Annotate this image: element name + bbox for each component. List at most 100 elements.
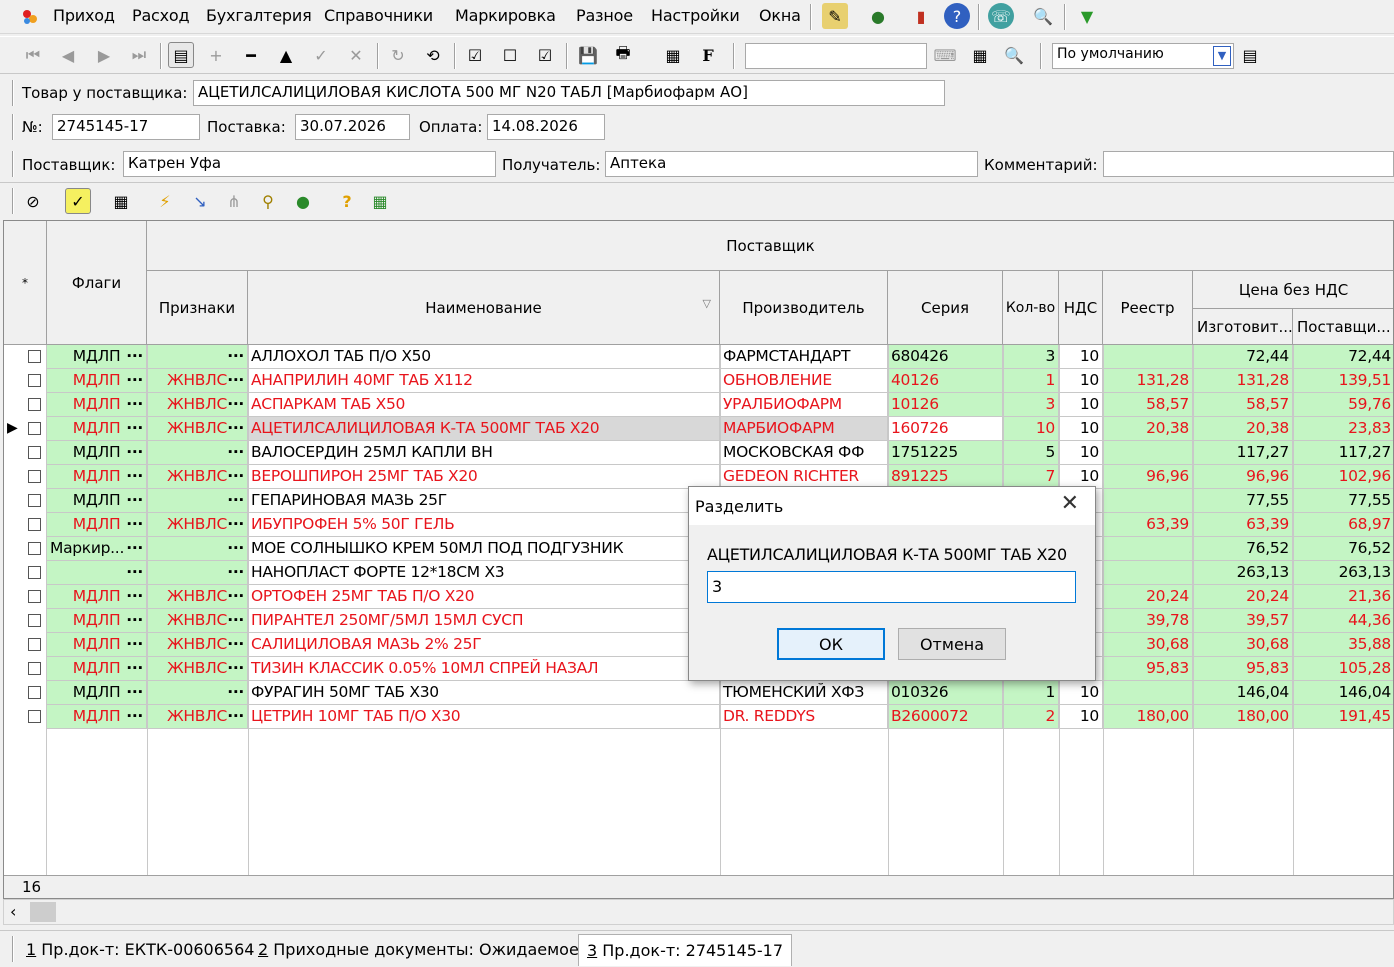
row-checkbox[interactable] — [28, 566, 41, 579]
cell-ps[interactable]: 76,52 — [1293, 537, 1393, 561]
cell-name[interactable]: МОЕ СОЛНЫШКО КРЕМ 50МЛ ПОД ПОДГУЗНИК — [248, 537, 720, 561]
cell-ellipsis-button[interactable]: ··· — [227, 345, 244, 368]
help-icon[interactable]: ? — [944, 3, 970, 29]
eraser-icon[interactable]: ⊘ — [20, 188, 46, 214]
cell-sign[interactable]: ··· — [147, 345, 248, 369]
tab-incoming-docs[interactable]: 2 Приходные документы: Ожидаемое — [250, 934, 587, 966]
cell-ps[interactable]: 146,04 — [1293, 681, 1393, 705]
table-row[interactable]: ▶ МДЛП ··· ЖНВЛС ··· АЦЕТИЛСАЛИЦИЛОВАЯ К-ТА 5… — [4, 417, 1393, 441]
cell-ellipsis-button[interactable]: ··· — [227, 681, 244, 704]
cell-pm[interactable]: 76,52 — [1193, 537, 1293, 561]
cell-ellipsis-button[interactable]: ··· — [126, 537, 143, 560]
lightning-icon[interactable]: ⚡ — [152, 188, 178, 214]
cell-ps[interactable]: 44,36 — [1293, 609, 1393, 633]
cell-vat[interactable]: 10 — [1059, 369, 1103, 393]
cell-name[interactable]: АЦЕТИЛСАЛИЦИЛОВАЯ К-ТА 500МГ ТАБ Х20 — [248, 417, 720, 441]
cell-ps[interactable]: 102,96 — [1293, 465, 1393, 489]
cell-name[interactable]: ВАЛОСЕРДИН 25МЛ КАПЛИ ВН — [248, 441, 720, 465]
cell-sign[interactable]: ··· — [147, 489, 248, 513]
cell-ellipsis-button[interactable]: ··· — [126, 345, 143, 368]
question-icon[interactable]: ? — [334, 188, 360, 214]
cell-ellipsis-button[interactable]: ··· — [227, 585, 244, 608]
cell-pm[interactable]: 95,83 — [1193, 657, 1293, 681]
row-checkbox[interactable] — [28, 446, 41, 459]
qty-header[interactable]: Кол-во — [1003, 271, 1059, 345]
uncheck-all-icon[interactable]: ☐ — [497, 42, 523, 68]
cell-flag[interactable]: МДЛП ··· — [47, 465, 147, 489]
cell-pm[interactable]: 146,04 — [1193, 681, 1293, 705]
menu-prihod[interactable]: Приход — [53, 6, 115, 25]
cell-mfr[interactable]: УРАЛБИОФАРМ — [720, 393, 888, 417]
search-input[interactable] — [745, 43, 927, 69]
cell-reg[interactable]: 180,00 — [1103, 705, 1193, 729]
cell-flag[interactable]: МДЛП ··· — [47, 513, 147, 537]
cell-mfr[interactable]: МАРБИОФАРМ — [720, 417, 888, 441]
menu-spravochniki[interactable]: Справочники — [324, 6, 433, 25]
tree-icon[interactable]: ⋔ — [221, 188, 247, 214]
cell-ps[interactable]: 263,13 — [1293, 561, 1393, 585]
cell-flag[interactable]: МДЛП ··· — [47, 681, 147, 705]
cell-series[interactable]: 160726 — [888, 417, 1003, 441]
row-checkbox[interactable] — [28, 470, 41, 483]
row-checkbox[interactable] — [28, 542, 41, 555]
chevron-down-icon[interactable]: ▼ — [1213, 46, 1231, 66]
cell-flag[interactable]: МДЛП ··· — [47, 489, 147, 513]
price-sup-header[interactable]: Поставщи... — [1293, 309, 1393, 345]
cell-flag[interactable]: МДЛП ··· — [47, 609, 147, 633]
cell-flag[interactable]: МДЛП ··· — [47, 417, 147, 441]
cell-series[interactable]: 10126 — [888, 393, 1003, 417]
registry-header[interactable]: Реестр — [1103, 271, 1193, 345]
cell-ellipsis-button[interactable]: ··· — [227, 705, 244, 728]
cell-series[interactable]: B2600072 — [888, 705, 1003, 729]
cell-reg[interactable] — [1103, 681, 1193, 705]
cell-pm[interactable]: 30,68 — [1193, 633, 1293, 657]
ok-button[interactable]: ОК — [777, 628, 885, 660]
cell-sign[interactable]: ЖНВЛС ··· — [147, 657, 248, 681]
cell-ps[interactable]: 59,76 — [1293, 393, 1393, 417]
cell-ps[interactable]: 139,51 — [1293, 369, 1393, 393]
sync-icon[interactable]: ⟲ — [420, 42, 446, 68]
cell-name[interactable]: ИБУПРОФЕН 5% 50Г ГЕЛЬ — [248, 513, 720, 537]
cell-sign[interactable]: ЖНВЛС ··· — [147, 465, 248, 489]
check-all-icon[interactable]: ☑ — [462, 42, 488, 68]
row-checkbox[interactable] — [28, 374, 41, 387]
cell-ellipsis-button[interactable]: ··· — [227, 657, 244, 680]
cell-ellipsis-button[interactable]: ··· — [227, 489, 244, 512]
cell-ellipsis-button[interactable]: ··· — [227, 561, 244, 584]
cell-vat[interactable]: 10 — [1059, 417, 1103, 441]
horizontal-scrollbar[interactable]: ‹ — [3, 899, 1394, 925]
cell-pm[interactable]: 58,57 — [1193, 393, 1293, 417]
cancel-button[interactable]: Отмена — [898, 628, 1006, 660]
cell-name[interactable]: АНАПРИЛИН 40МГ ТАБ Х112 — [248, 369, 720, 393]
split-quantity-input[interactable]: 3 — [707, 571, 1076, 603]
cell-vat[interactable]: 10 — [1059, 393, 1103, 417]
cell-ellipsis-button[interactable]: ··· — [126, 417, 143, 440]
cell-ps[interactable]: 191,45 — [1293, 705, 1393, 729]
series-header[interactable]: Серия — [888, 271, 1003, 345]
cell-sign[interactable]: ··· — [147, 681, 248, 705]
notebook-icon[interactable]: ✎ — [822, 3, 848, 29]
delivery-date-field[interactable]: 30.07.2026 — [295, 114, 410, 140]
excel-icon[interactable]: ▦ — [367, 188, 393, 214]
row-checkbox[interactable] — [28, 662, 41, 675]
cell-ellipsis-button[interactable]: ··· — [126, 585, 143, 608]
app-icon[interactable] — [20, 7, 40, 27]
manufacturer-header[interactable]: Производитель — [720, 271, 888, 345]
cell-name[interactable]: ГЕПАРИНОВАЯ МАЗЬ 25Г — [248, 489, 720, 513]
last-record-icon[interactable]: ⏭ — [126, 42, 152, 68]
vat-header[interactable]: НДС — [1059, 271, 1103, 345]
tab-doc-ektk[interactable]: 1 Пр.док-т: ЕКТК-00606564 — [18, 934, 262, 966]
row-checkbox[interactable] — [28, 350, 41, 363]
cell-reg[interactable]: 95,83 — [1103, 657, 1193, 681]
cell-pm[interactable]: 131,28 — [1193, 369, 1293, 393]
cell-qty[interactable]: 3 — [1003, 345, 1059, 369]
cell-name[interactable]: ВЕРОШПИРОН 25МГ ТАБ Х20 — [248, 465, 720, 489]
cell-ellipsis-button[interactable]: ··· — [126, 561, 143, 584]
cell-ps[interactable]: 21,36 — [1293, 585, 1393, 609]
cell-ellipsis-button[interactable]: ··· — [227, 465, 244, 488]
cell-ellipsis-button[interactable]: ··· — [227, 417, 244, 440]
cell-reg[interactable]: 39,78 — [1103, 609, 1193, 633]
mark-icon[interactable]: ✓ — [65, 188, 91, 214]
cell-series[interactable]: 010326 — [888, 681, 1003, 705]
cell-sign[interactable]: ЖНВЛС ··· — [147, 633, 248, 657]
